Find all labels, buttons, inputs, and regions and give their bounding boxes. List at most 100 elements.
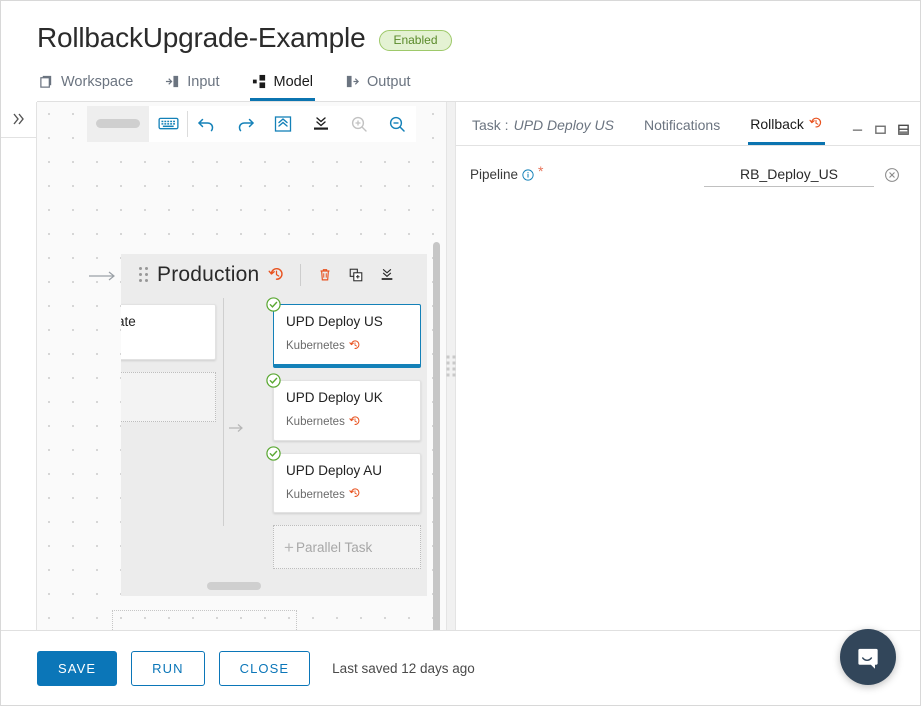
rollback-history-icon xyxy=(809,116,823,133)
task-status-success-icon xyxy=(266,373,281,388)
intercom-chat-launcher[interactable] xyxy=(840,629,896,685)
tab-workspace[interactable]: Workspace xyxy=(37,70,135,101)
splitter-grip-icon xyxy=(446,355,456,377)
application-window: RollbackUpgrade-Example Enabled Workspac… xyxy=(0,0,921,706)
track-connector-arrow xyxy=(229,420,247,438)
add-parallel-task-button[interactable]: + Parallel Task xyxy=(273,525,421,570)
tab-model[interactable]: Model xyxy=(249,70,316,101)
split-view-icon[interactable] xyxy=(897,123,910,136)
tab-input[interactable]: Input xyxy=(163,70,221,101)
zoom-out-icon[interactable] xyxy=(378,105,416,142)
tab-rollback-label: Rollback xyxy=(750,116,804,133)
tab-input-label: Input xyxy=(187,73,220,90)
tab-task[interactable]: Task : UPD Deploy US xyxy=(470,113,616,145)
task-track-left: g Update sk xyxy=(121,296,243,570)
stage-production[interactable]: Production te UPD Deploy US Kubernetes U… xyxy=(121,253,427,596)
page-title: RollbackUpgrade-Example xyxy=(37,22,366,53)
undo-icon[interactable] xyxy=(188,105,226,142)
task-tracks: g Update sk xyxy=(121,296,427,570)
rollback-history-icon[interactable] xyxy=(268,266,285,283)
tab-rollback[interactable]: Rollback xyxy=(748,112,825,145)
delete-icon[interactable] xyxy=(314,264,336,286)
task-subtitle-label: Kubernetes xyxy=(286,488,345,501)
expand-all-icon[interactable] xyxy=(302,105,340,142)
tab-output-label: Output xyxy=(367,73,411,90)
task-card[interactable]: UPD Deploy UK Kubernetes xyxy=(266,373,421,441)
keyboard-shortcuts-icon[interactable] xyxy=(149,105,187,142)
task-card[interactable]: UPD Deploy US Kubernetes xyxy=(266,297,421,368)
task-subtitle: Kubernetes xyxy=(286,487,408,502)
canvas-toolbar xyxy=(87,105,416,142)
maximize-icon[interactable] xyxy=(874,123,887,136)
title-row: RollbackUpgrade-Example Enabled xyxy=(37,22,920,54)
panel-window-buttons xyxy=(851,123,910,145)
track-divider xyxy=(223,297,224,526)
duplicate-icon[interactable] xyxy=(345,264,367,286)
task-title: UPD Deploy AU xyxy=(286,462,383,478)
field-pipeline-row: Pipeline * xyxy=(470,163,900,187)
collapse-icon[interactable] xyxy=(376,264,398,286)
rollback-history-icon xyxy=(349,415,361,430)
clear-icon[interactable] xyxy=(884,167,900,183)
task-card[interactable]: UPD Deploy AU Kubernetes xyxy=(266,445,421,514)
task-title: UPD Deploy UK xyxy=(286,389,383,405)
redo-icon[interactable] xyxy=(226,105,264,142)
output-icon xyxy=(345,74,360,89)
expand-sidebar-icon[interactable] xyxy=(1,102,36,138)
add-stage-button[interactable]: + Stage xyxy=(112,609,297,630)
task-card[interactable]: g Update xyxy=(121,303,216,360)
model-canvas[interactable]: Production te UPD Deploy US Kubernetes U… xyxy=(37,101,446,630)
canvas-vertical-scrollbar[interactable] xyxy=(433,241,440,630)
main-nav-tabs: Workspace Input Model Output xyxy=(37,70,920,102)
task-title: g Update xyxy=(121,313,136,329)
tab-task-label: Task : xyxy=(472,116,509,133)
details-panel: Task : UPD Deploy US Notifications Rollb… xyxy=(456,101,920,630)
stage-header-divider xyxy=(300,263,302,286)
run-button[interactable]: RUN xyxy=(131,650,205,686)
required-indicator: * xyxy=(538,162,544,179)
zoom-slider[interactable] xyxy=(87,105,149,142)
input-icon xyxy=(165,74,180,89)
stage-name: Production xyxy=(157,262,260,286)
stage-header: Production xyxy=(121,254,427,296)
task-track-right: UPD Deploy US Kubernetes UPD Deploy UK K… xyxy=(266,296,427,570)
minimize-icon[interactable] xyxy=(851,123,864,136)
plus-icon: + xyxy=(284,537,294,557)
details-panel-tabs: Task : UPD Deploy US Notifications Rollb… xyxy=(456,102,920,146)
close-button[interactable]: CLOSE xyxy=(218,650,311,686)
add-parallel-task-left[interactable]: sk xyxy=(121,371,216,422)
panel-splitter[interactable] xyxy=(446,101,456,630)
task-subtitle: Kubernetes xyxy=(286,415,408,430)
zoom-in-icon[interactable] xyxy=(340,105,378,142)
task-subtitle: Kubernetes xyxy=(286,339,408,354)
tab-task-value: UPD Deploy US xyxy=(513,116,614,133)
body-split: Production te UPD Deploy US Kubernetes U… xyxy=(1,101,920,631)
field-pipeline-label-text: Pipeline xyxy=(470,166,519,182)
left-rail xyxy=(1,101,37,630)
tab-output[interactable]: Output xyxy=(343,70,413,101)
stage-content: g Update sk xyxy=(121,296,427,596)
drag-handle-icon[interactable] xyxy=(139,267,148,283)
tab-notifications[interactable]: Notifications xyxy=(642,113,722,145)
pipeline-input[interactable] xyxy=(704,163,874,187)
info-icon[interactable] xyxy=(522,169,534,181)
workspace-icon xyxy=(39,74,54,89)
footer-actions: SAVE RUN CLOSE Last saved 12 days ago xyxy=(1,631,920,705)
task-title: UPD Deploy US xyxy=(286,313,383,329)
add-parallel-task-label: Parallel Task xyxy=(295,539,373,555)
details-panel-body: Pipeline * xyxy=(456,146,920,630)
stage-horizontal-scrollbar[interactable] xyxy=(121,581,427,592)
save-button[interactable]: SAVE xyxy=(37,650,118,686)
tab-workspace-label: Workspace xyxy=(61,73,134,90)
task-status-success-icon xyxy=(266,445,281,461)
rollback-history-icon xyxy=(349,487,361,502)
page-header: RollbackUpgrade-Example Enabled Workspac… xyxy=(1,1,920,102)
field-pipeline-control xyxy=(704,163,900,187)
model-icon xyxy=(252,74,267,89)
collapse-all-icon[interactable] xyxy=(264,105,302,142)
field-pipeline-label: Pipeline * xyxy=(470,164,544,182)
stage-inbound-arrow xyxy=(89,269,119,283)
status-badge: Enabled xyxy=(379,29,452,51)
last-saved-text: Last saved 12 days ago xyxy=(332,660,475,676)
rollback-history-icon xyxy=(349,339,361,354)
